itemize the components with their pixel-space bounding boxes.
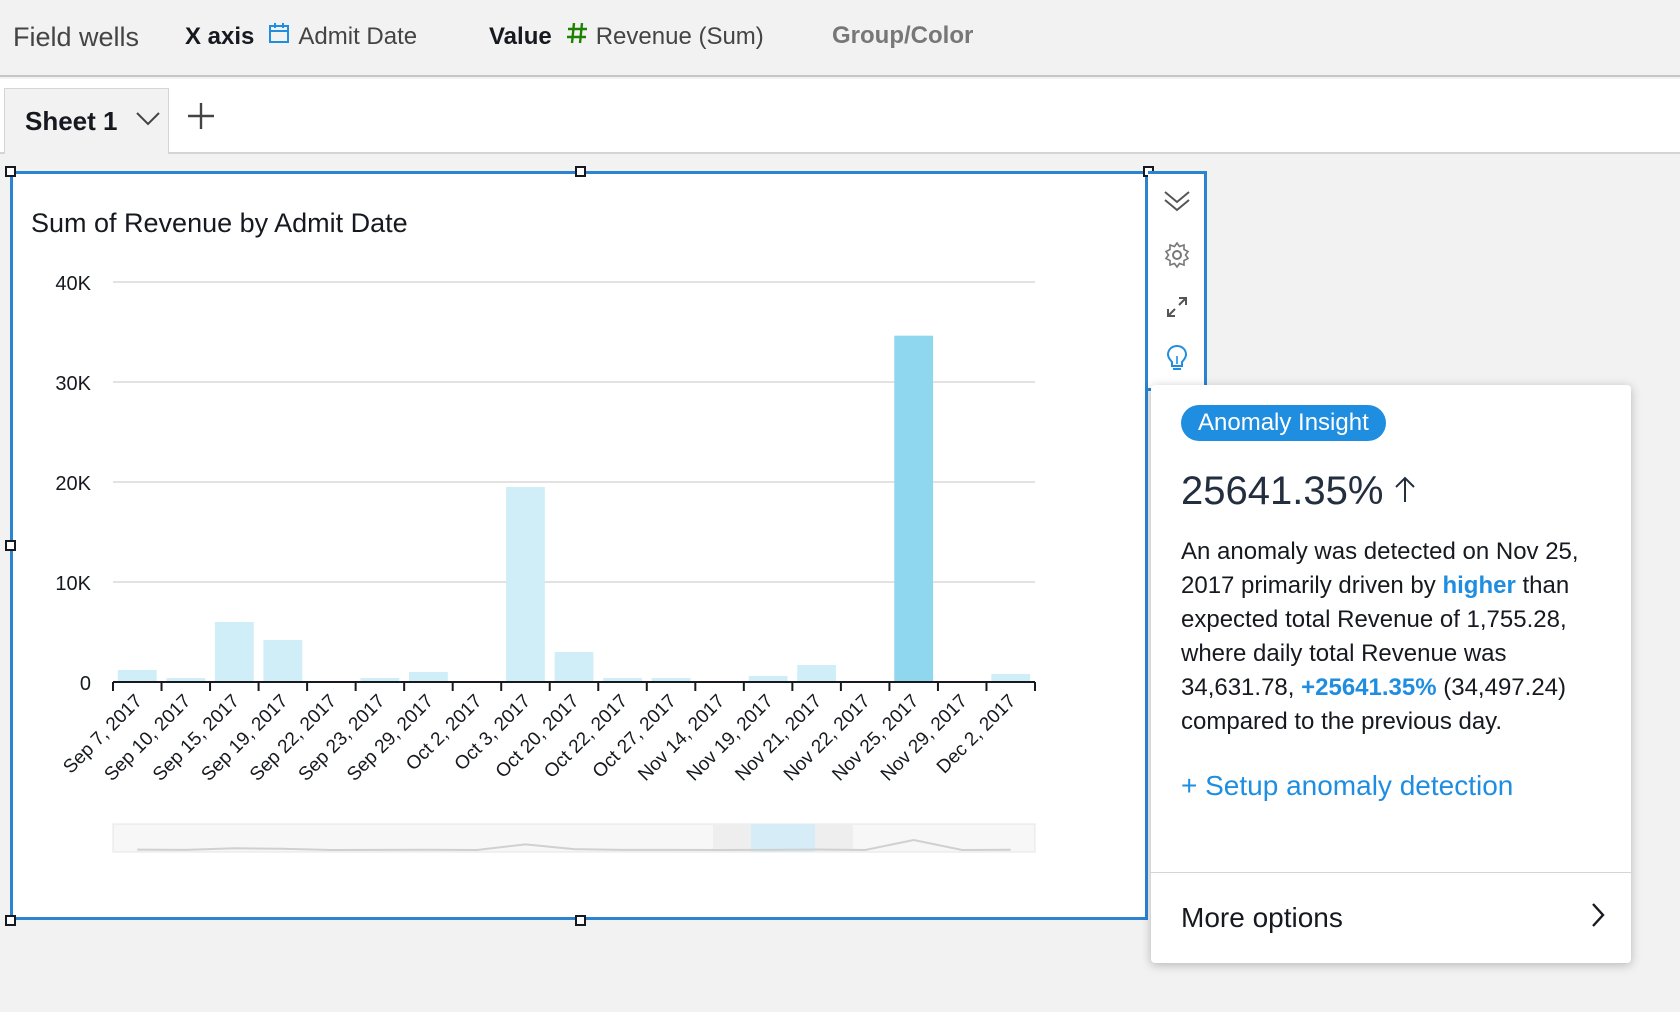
anomaly-percent-value: 25641.35%: [1181, 469, 1384, 513]
anomaly-insight-popover: Anomaly Insight 25641.35% An anomaly was…: [1151, 385, 1631, 963]
chevron-right-icon: [1590, 901, 1606, 936]
sheet-tab-label: Sheet 1: [25, 106, 118, 136]
sheet-tab-bar: Sheet 1: [0, 79, 1680, 154]
resize-handle-bottom-left[interactable]: [5, 915, 16, 926]
bar: [894, 335, 934, 682]
resize-handle-top-left[interactable]: [5, 166, 16, 177]
add-sheet-button[interactable]: [186, 101, 218, 133]
field-wells-title[interactable]: Field wells: [13, 22, 139, 53]
more-options-button[interactable]: More options: [1181, 888, 1606, 948]
desc-change: +25641.35%: [1301, 674, 1437, 701]
tab-sheet-1[interactable]: Sheet 1: [4, 88, 169, 154]
group-color-well[interactable]: Group/Color: [832, 22, 973, 50]
expand-icon[interactable]: [1162, 292, 1192, 322]
calendar-icon: [268, 22, 290, 51]
bar: [214, 622, 254, 682]
plus-icon: [188, 103, 214, 129]
bar: [991, 674, 1031, 682]
bar: [263, 640, 303, 682]
bar: [554, 652, 594, 682]
collapse-chevrons-icon[interactable]: [1162, 186, 1192, 216]
x-axis-field[interactable]: Admit Date: [298, 23, 417, 51]
divider: [1151, 872, 1631, 873]
gear-icon[interactable]: [1162, 240, 1192, 270]
group-color-label: Group/Color: [832, 22, 974, 49]
bar: [797, 665, 837, 682]
anomaly-percent: 25641.35%: [1181, 469, 1417, 514]
y-tick-label: 20K: [55, 473, 91, 495]
hash-icon: [566, 22, 588, 51]
value-field[interactable]: Revenue (Sum): [596, 23, 764, 51]
x-axis-well[interactable]: X axis Admit Date: [185, 22, 417, 51]
bar: [117, 670, 157, 682]
resize-handle-top[interactable]: [575, 166, 586, 177]
lightbulb-icon[interactable]: [1162, 344, 1192, 374]
y-tick-label: 0: [80, 673, 91, 695]
field-wells-bar: Field wells X axis Admit Date Value Reve…: [0, 0, 1680, 77]
anomaly-description: An anomaly was detected on Nov 25, 2017 …: [1181, 535, 1606, 739]
arrow-up-icon: [1393, 469, 1417, 514]
y-tick-label: 40K: [55, 273, 91, 295]
bar-chart: 010K20K30K40KSep 7, 2017Sep 10, 2017Sep …: [55, 273, 1036, 853]
y-tick-label: 30K: [55, 373, 91, 395]
setup-anomaly-detection-link[interactable]: + Setup anomaly detection: [1181, 770, 1513, 802]
bar: [506, 487, 545, 682]
bar-chart-visual[interactable]: Sum of Revenue by Admit Date 0 10K 20K 30K 4…: [10, 171, 1148, 920]
visual-toolbar: [1148, 171, 1207, 391]
minimap-handle-left: [713, 824, 751, 852]
desc-higher: higher: [1442, 572, 1516, 599]
resize-handle-left[interactable]: [5, 540, 16, 551]
anomaly-insight-badge: Anomaly Insight: [1181, 405, 1386, 441]
resize-handle-bottom[interactable]: [575, 915, 586, 926]
minimap-selection: [751, 824, 815, 852]
chevron-down-icon[interactable]: [135, 112, 160, 131]
value-label: Value: [489, 22, 552, 50]
minimap-handle-right: [815, 824, 853, 852]
bar: [409, 672, 448, 682]
x-axis-label: X axis: [185, 22, 255, 50]
more-options-label: More options: [1181, 902, 1343, 933]
y-tick-label: 10K: [55, 573, 91, 595]
value-well[interactable]: Value Revenue (Sum): [489, 22, 764, 51]
